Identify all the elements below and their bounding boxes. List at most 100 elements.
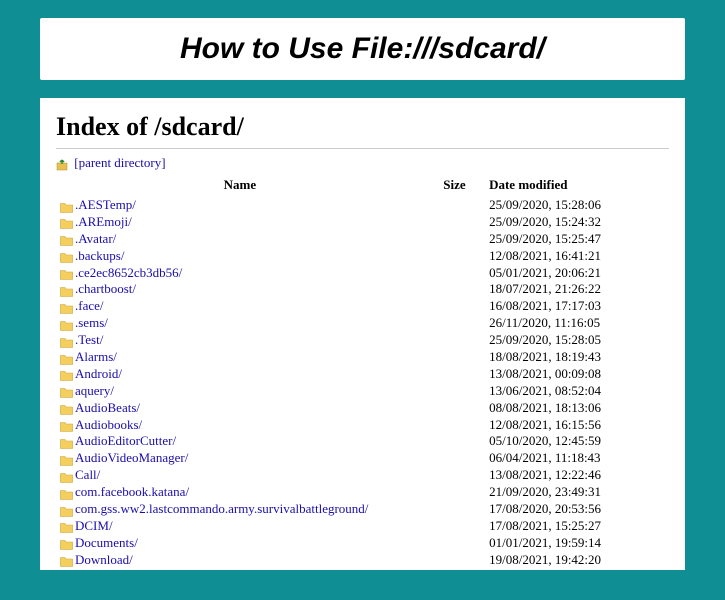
file-size <box>424 417 485 434</box>
column-header-name[interactable]: Name <box>56 175 424 197</box>
directory-link[interactable]: Download/ <box>75 552 133 567</box>
table-row: .AESTemp/25/09/2020, 15:28:06 <box>56 197 669 214</box>
table-row: Download/19/08/2021, 19:42:20 <box>56 552 669 569</box>
file-size <box>424 518 485 535</box>
date-modified: 25/09/2020, 15:25:47 <box>485 231 669 248</box>
table-row: com.facebook.katana/21/09/2020, 23:49:31 <box>56 484 669 501</box>
file-size <box>424 552 485 569</box>
file-size <box>424 535 485 552</box>
date-modified: 19/08/2021, 19:42:20 <box>485 552 669 569</box>
directory-link[interactable]: .chartboost/ <box>75 281 136 296</box>
folder-icon <box>60 386 73 397</box>
file-size <box>424 450 485 467</box>
date-modified: 06/04/2021, 11:18:43 <box>485 450 669 467</box>
directory-link[interactable]: Alarms/ <box>75 349 117 364</box>
table-row: aquery/13/06/2021, 08:52:04 <box>56 383 669 400</box>
folder-icon <box>60 268 73 279</box>
directory-link[interactable]: .ce2ec8652cb3db56/ <box>75 265 182 280</box>
table-row: com.gss.ww2.lastcommando.army.survivalba… <box>56 501 669 518</box>
directory-link[interactable]: Call/ <box>75 467 100 482</box>
date-modified: 25/09/2020, 15:28:06 <box>485 197 669 214</box>
directory-link[interactable]: .face/ <box>75 298 104 313</box>
folder-icon <box>60 319 73 330</box>
directory-link[interactable]: com.facebook.katana/ <box>75 484 189 499</box>
parent-directory-row[interactable]: [parent directory] <box>56 155 669 171</box>
up-icon <box>56 158 69 171</box>
table-row: Documents/01/01/2021, 19:59:14 <box>56 535 669 552</box>
date-modified: 21/09/2020, 23:49:31 <box>485 484 669 501</box>
folder-icon <box>60 217 73 228</box>
directory-link[interactable]: AudioEditorCutter/ <box>75 433 176 448</box>
date-modified: 01/01/2021, 19:59:14 <box>485 535 669 552</box>
directory-link[interactable]: DCIM/ <box>75 518 113 533</box>
folder-icon <box>60 437 73 448</box>
folder-icon <box>60 353 73 364</box>
directory-link[interactable]: aquery/ <box>75 383 114 398</box>
title-card: How to Use File:///sdcard/ <box>40 18 685 80</box>
folder-icon <box>60 285 73 296</box>
directory-link[interactable]: .Avatar/ <box>75 231 116 246</box>
file-size <box>424 467 485 484</box>
file-size <box>424 214 485 231</box>
file-size <box>424 298 485 315</box>
table-row: .ce2ec8652cb3db56/05/01/2021, 20:06:21 <box>56 265 669 282</box>
folder-icon <box>60 521 73 532</box>
file-size <box>424 433 485 450</box>
divider <box>56 148 669 149</box>
directory-link[interactable]: AudioBeats/ <box>75 400 140 415</box>
directory-link[interactable]: Documents/ <box>75 535 138 550</box>
table-row: Audiobooks/12/08/2021, 16:15:56 <box>56 417 669 434</box>
date-modified: 16/08/2021, 17:17:03 <box>485 298 669 315</box>
directory-link[interactable]: .AESTemp/ <box>75 197 136 212</box>
folder-icon <box>60 505 73 516</box>
date-modified: 17/08/2021, 15:25:27 <box>485 518 669 535</box>
date-modified: 13/06/2021, 08:52:04 <box>485 383 669 400</box>
table-row: .Avatar/25/09/2020, 15:25:47 <box>56 231 669 248</box>
index-heading: Index of /sdcard/ <box>56 112 669 142</box>
file-size <box>424 383 485 400</box>
directory-link[interactable]: Android/ <box>75 366 122 381</box>
file-size <box>424 231 485 248</box>
file-size <box>424 501 485 518</box>
column-header-size[interactable]: Size <box>424 175 485 197</box>
directory-link[interactable]: Audiobooks/ <box>75 417 142 432</box>
file-size <box>424 349 485 366</box>
table-row: .backups/12/08/2021, 16:41:21 <box>56 248 669 265</box>
directory-link[interactable]: com.gss.ww2.lastcommando.army.survivalba… <box>75 501 368 516</box>
table-row: .face/16/08/2021, 17:17:03 <box>56 298 669 315</box>
directory-link[interactable]: .Test/ <box>75 332 103 347</box>
folder-icon <box>60 234 73 245</box>
directory-listing-panel: Index of /sdcard/ [parent directory] Nam… <box>40 98 685 570</box>
directory-link[interactable]: .backups/ <box>75 248 124 263</box>
date-modified: 18/07/2021, 21:26:22 <box>485 281 669 298</box>
table-row: Android/13/08/2021, 00:09:08 <box>56 366 669 383</box>
directory-link[interactable]: .AREmoji/ <box>75 214 132 229</box>
column-header-date[interactable]: Date modified <box>485 175 669 197</box>
date-modified: 12/08/2021, 16:15:56 <box>485 417 669 434</box>
date-modified: 18/08/2021, 18:19:43 <box>485 349 669 366</box>
parent-directory-link[interactable]: [parent directory] <box>74 155 165 170</box>
date-modified: 25/09/2020, 15:28:05 <box>485 332 669 349</box>
table-row: Call/13/08/2021, 12:22:46 <box>56 467 669 484</box>
file-size <box>424 315 485 332</box>
table-row: .sems/26/11/2020, 11:16:05 <box>56 315 669 332</box>
table-row: AudioBeats/08/08/2021, 18:13:06 <box>56 400 669 417</box>
file-size <box>424 248 485 265</box>
date-modified: 08/08/2021, 18:13:06 <box>485 400 669 417</box>
file-size <box>424 366 485 383</box>
file-size <box>424 281 485 298</box>
table-row: Alarms/18/08/2021, 18:19:43 <box>56 349 669 366</box>
directory-link[interactable]: AudioVideoManager/ <box>75 450 188 465</box>
date-modified: 25/09/2020, 15:24:32 <box>485 214 669 231</box>
folder-icon <box>60 538 73 549</box>
file-size <box>424 197 485 214</box>
folder-icon <box>60 302 73 313</box>
date-modified: 12/08/2021, 16:41:21 <box>485 248 669 265</box>
table-row: DCIM/17/08/2021, 15:25:27 <box>56 518 669 535</box>
folder-icon <box>60 488 73 499</box>
file-size <box>424 400 485 417</box>
file-table: Name Size Date modified .AESTemp/25/09/2… <box>56 175 669 569</box>
directory-link[interactable]: .sems/ <box>75 315 108 330</box>
folder-icon <box>60 403 73 414</box>
folder-icon <box>60 555 73 566</box>
